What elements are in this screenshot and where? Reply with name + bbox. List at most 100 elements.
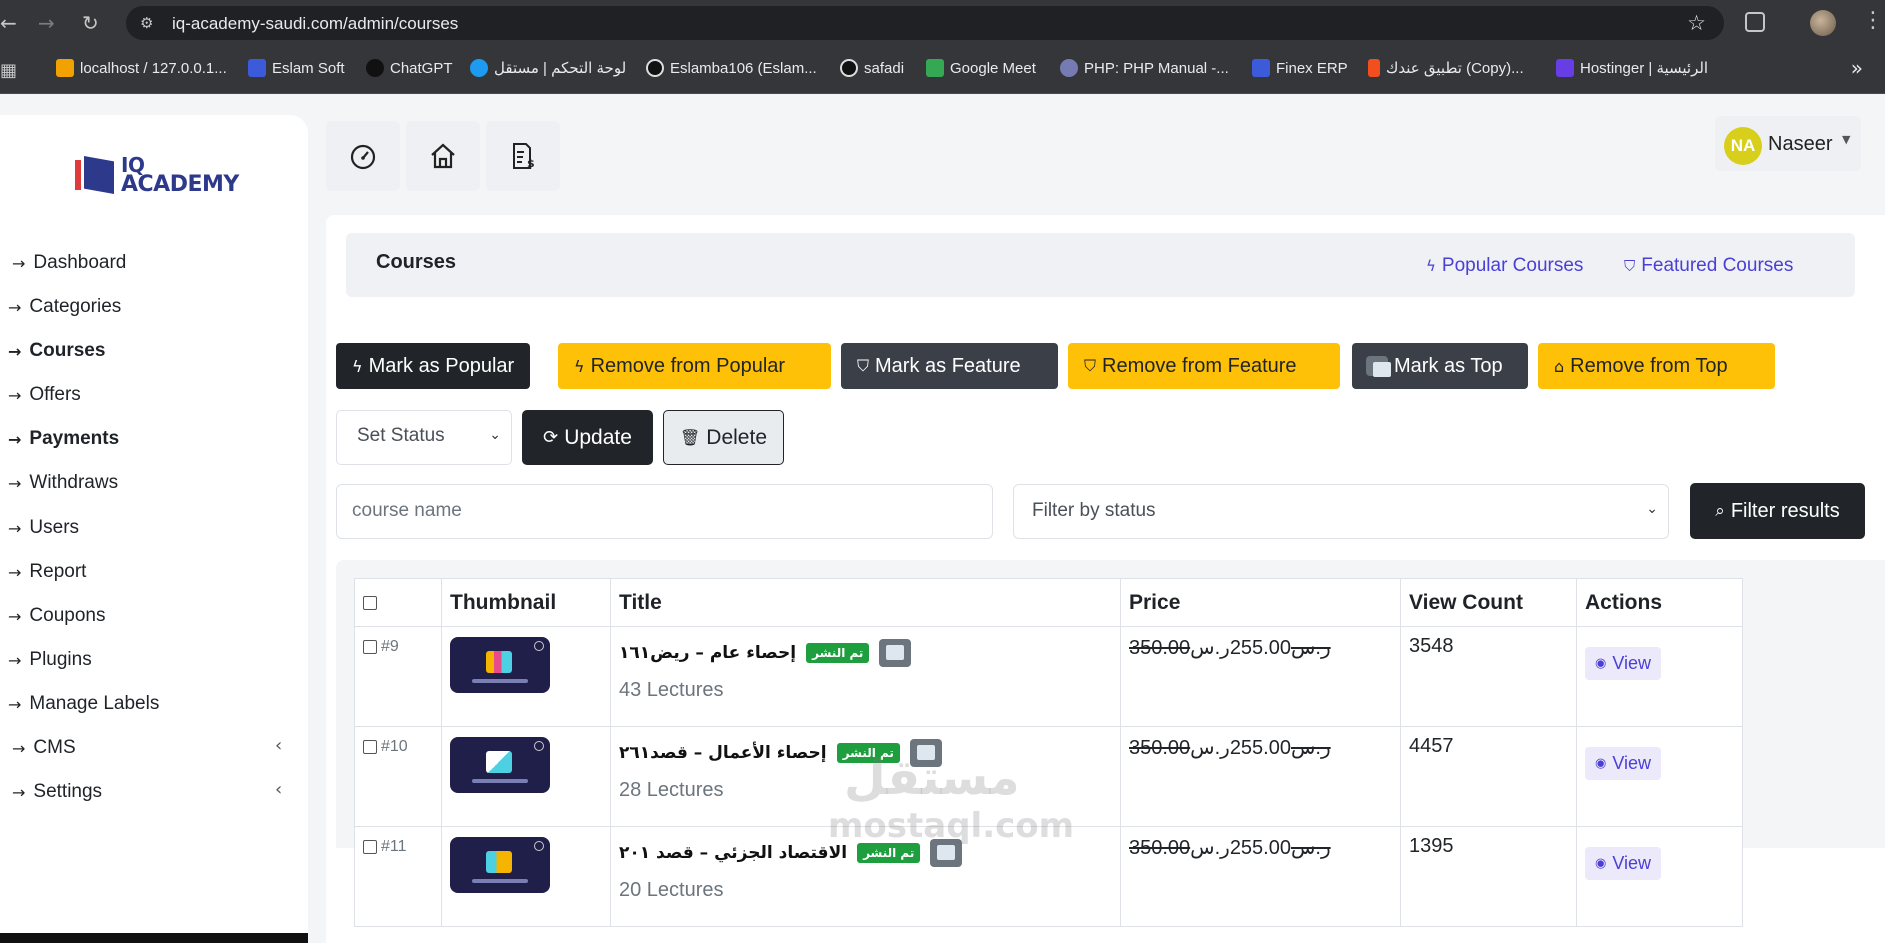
bookmark-item[interactable]: ChatGPT [366, 59, 453, 77]
course-title[interactable]: إحصاء الأعمال – قصد٢٦١ [619, 743, 827, 763]
mark-feature-button[interactable]: ⛉ Mark as Feature [841, 343, 1058, 389]
browser-menu-icon[interactable]: ⋮ [1862, 8, 1884, 33]
caret-down-icon: ▼ [1842, 133, 1851, 146]
row-checkbox[interactable] [363, 739, 377, 754]
row-id: #10 [381, 737, 408, 755]
apps-grid-icon[interactable]: ▦ [0, 60, 17, 81]
courses-table-wrapper: Thumbnail Title Price View Count Actions… [336, 560, 1885, 927]
bookmark-favicon-icon [470, 59, 488, 77]
status-filter-select[interactable]: Filter by status ⌄ [1013, 484, 1669, 539]
sidebar-item-report[interactable]: → Report [8, 561, 86, 583]
sidebar-item-categories[interactable]: → Categories [8, 296, 121, 318]
remove-popular-button[interactable]: ϟ Remove from Popular [558, 343, 831, 389]
sidebar-item-cms[interactable]: → CMS [12, 737, 76, 759]
economics-illustration-icon [486, 851, 512, 873]
arrow-right-icon: → [8, 518, 22, 538]
more-bookmarks-icon[interactable]: » [1851, 56, 1863, 80]
select-all-checkbox[interactable] [363, 596, 377, 611]
eye-icon: ◉ [1595, 756, 1607, 771]
popular-courses-link[interactable]: ϟ Popular Courses [1426, 255, 1583, 277]
featured-courses-link[interactable]: ⛉ Featured Courses [1624, 255, 1793, 277]
bookmark-item[interactable]: safadi [840, 59, 904, 77]
speedometer-icon [350, 144, 376, 170]
course-title[interactable]: إحصاء عام – ريض١٦١ [619, 643, 796, 663]
view-button[interactable]: ◉ View [1585, 847, 1662, 880]
sidebar-item-offers[interactable]: → Offers [8, 384, 81, 406]
sidebar: IQ ACADEMY → Dashboard → Categories → Cours… [0, 115, 308, 933]
bookmark-item[interactable]: Hostinger | الرئيسية [1556, 59, 1708, 77]
invoice-dollar-icon: $ [513, 143, 535, 170]
row-id: #9 [381, 637, 399, 655]
bookmark-item[interactable]: تطبيق عندك (Copy)... [1368, 59, 1524, 77]
bookmark-item[interactable]: Google Meet [926, 59, 1036, 77]
lecture-count: 43 Lectures [619, 679, 724, 701]
avatar: NA [1724, 127, 1762, 165]
view-button[interactable]: ◉ View [1585, 747, 1662, 780]
bookmark-item[interactable]: Eslam Soft [248, 59, 345, 77]
table-header-row: Thumbnail Title Price View Count Actions [354, 578, 1743, 627]
address-bar[interactable]: ⚙ iq-academy-saudi.com/admin/courses ☆ [126, 6, 1724, 40]
mark-top-button[interactable]: Mark as Top [1352, 343, 1528, 389]
forward-icon[interactable]: → [38, 12, 55, 34]
chevron-left-icon[interactable]: ‹ [275, 735, 282, 756]
user-menu[interactable]: NA Naseer ▼ [1715, 116, 1861, 171]
course-thumbnail[interactable] [450, 637, 550, 693]
row-checkbox[interactable] [363, 839, 377, 854]
sidebar-item-settings[interactable]: → Settings [12, 781, 102, 803]
google-meet-icon [926, 59, 944, 77]
set-status-select[interactable]: Set Status ⌄ [336, 410, 512, 465]
home-button[interactable] [406, 121, 480, 191]
reload-icon[interactable]: ↻ [82, 12, 99, 34]
bookmark-icon: ⛉ [857, 356, 870, 375]
lightning-icon: ϟ [574, 356, 585, 376]
watermark-latin: mostaql.com [828, 806, 1075, 846]
sidebar-item-coupons[interactable]: → Coupons [8, 605, 105, 627]
bookmark-item[interactable]: Finex ERP [1252, 59, 1348, 77]
php-icon [1060, 59, 1078, 77]
remove-feature-button[interactable]: ⛉ Remove from Feature [1068, 343, 1340, 389]
sidebar-item-manage-labels[interactable]: → Manage Labels [8, 693, 159, 715]
profile-avatar[interactable] [1810, 10, 1836, 36]
bookmark-star-icon[interactable]: ☆ [1687, 11, 1706, 35]
delete-button[interactable]: 🗑 Delete [663, 410, 784, 465]
sidebar-item-withdraws[interactable]: → Withdraws [8, 472, 118, 494]
dashboard-shortcut-button[interactable] [326, 121, 400, 191]
column-header-price: Price [1120, 578, 1401, 627]
course-name-input[interactable]: course name [336, 484, 993, 539]
sidebar-item-payments[interactable]: → Payments [8, 428, 119, 450]
sidebar-item-courses[interactable]: → Courses [8, 340, 105, 362]
watermark-arabic: مستقل [844, 750, 1020, 806]
course-thumbnail[interactable] [450, 837, 550, 893]
card-header: Courses ϟ Popular Courses ⛉ Featured Cours… [346, 233, 1855, 297]
bookmark-item[interactable]: localhost / 127.0.0.1... [56, 59, 227, 77]
sidebar-item-dashboard[interactable]: → Dashboard [12, 252, 126, 274]
update-button[interactable]: ⟳ Update [522, 410, 653, 465]
bookmark-item[interactable]: PHP: PHP Manual -... [1060, 59, 1229, 77]
extensions-icon[interactable] [1745, 12, 1765, 32]
sidebar-item-plugins[interactable]: → Plugins [8, 649, 92, 671]
iq-academy-logo[interactable]: IQ ACADEMY [75, 155, 239, 197]
sidebar-item-users[interactable]: → Users [8, 517, 79, 539]
arrow-right-icon: → [12, 782, 26, 802]
view-count: 3548 [1409, 635, 1454, 657]
invoice-button[interactable]: $ [486, 121, 560, 191]
course-title[interactable]: الاقتصاد الجزئي – قصد ٢٠١ [619, 843, 847, 863]
arrow-right-icon: → [12, 738, 26, 758]
course-thumbnail[interactable] [450, 737, 550, 793]
svg-text:$: $ [527, 157, 535, 170]
site-settings-icon[interactable]: ⚙ [140, 14, 153, 32]
bookmark-item[interactable]: Eslamba106 (Eslam... [646, 59, 817, 77]
papers-illustration-icon [486, 751, 512, 773]
logo-text-academy: ACADEMY [121, 172, 239, 197]
chevron-down-icon: ⌄ [489, 427, 501, 443]
arrow-right-icon: → [8, 606, 22, 626]
filter-results-button[interactable]: ⌕ Filter results [1690, 483, 1865, 539]
row-checkbox[interactable] [363, 639, 377, 654]
arrow-right-icon: → [8, 562, 22, 582]
view-button[interactable]: ◉ View [1585, 647, 1662, 680]
remove-top-button[interactable]: ⌂ Remove from Top [1538, 343, 1775, 389]
mark-popular-button[interactable]: ϟ Mark as Popular [336, 343, 531, 389]
back-icon[interactable]: ← [0, 12, 17, 34]
chevron-left-icon[interactable]: ‹ [275, 779, 282, 800]
bookmark-item[interactable]: لوحة التحكم | مستقل [470, 59, 626, 77]
